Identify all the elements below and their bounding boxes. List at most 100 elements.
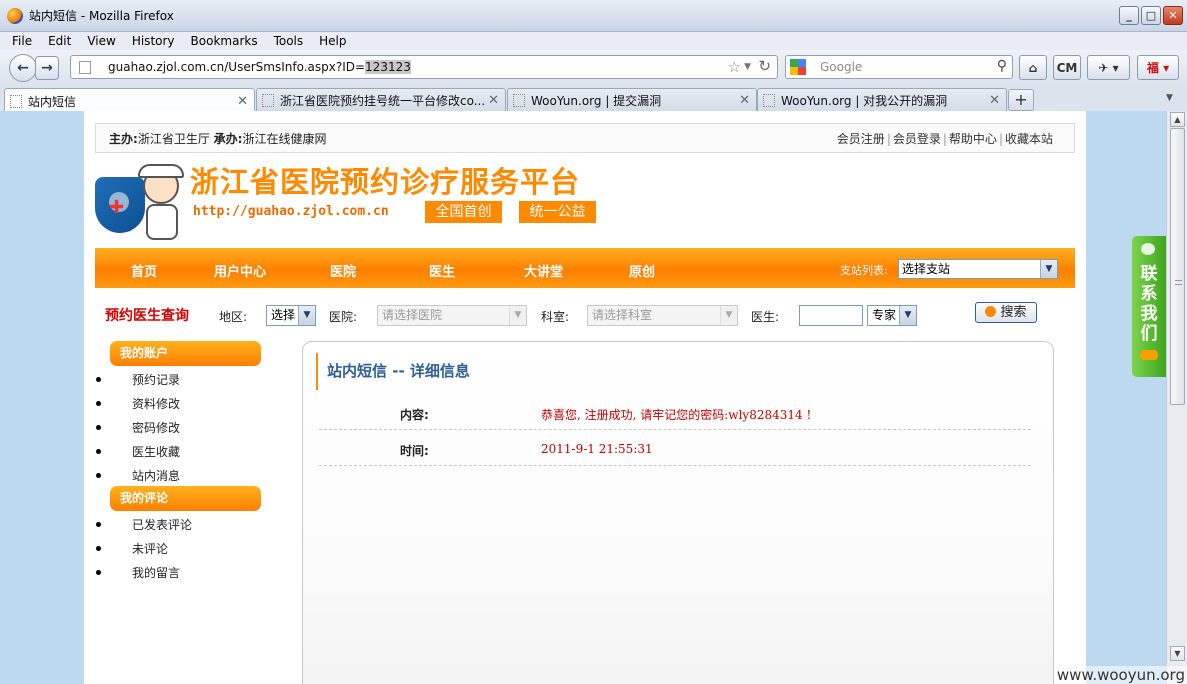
addon-button[interactable]: ✈ ▾ [1087,55,1130,80]
tab-close-icon[interactable]: ✕ [488,93,499,108]
station-select[interactable]: 选择支站 ▼ [898,259,1058,279]
search-bar[interactable]: Google ⚲ [785,55,1013,79]
tab-label: 浙江省医院预约挂号统一平台修改co... [280,94,485,108]
search-placeholder: Google [820,60,863,74]
watermark: www.wooyun.org [1054,666,1187,684]
sidebar-item-my-messages[interactable]: 我的留言 [96,564,180,581]
menu-help[interactable]: Help [319,34,346,48]
sidebar-item-label: 预约记录 [132,373,181,387]
expert-select[interactable]: 专家 ▼ [867,305,917,326]
scroll-up-icon[interactable]: ▲ [1170,112,1185,127]
doctor-search-row: 预约医生查询 地区: 选择 ▼ 医院: 请选择医院 ▼ 科室: 请选择科室 ▼ … [84,301,1086,331]
tab-list-icon[interactable]: ▼ [1166,93,1173,103]
content-label: 内容: [400,408,429,422]
time-value: 2011-9-1 21:55:31 [541,442,653,456]
url-prefix: guahao.zjol.com.cn/UserSmsInfo.aspx?ID= [108,60,366,74]
sidebar-item-label: 密码修改 [132,421,181,435]
badge-first: 全国首创 [425,201,502,223]
sidebar-item-password[interactable]: 密码修改 [96,419,180,436]
content-row: 内容: 恭喜您, 注册成功, 请牢记您的密码:wly8284314 ! [319,394,1031,430]
fu-button[interactable]: 福 ▾ [1137,55,1179,80]
bookmark-star-icon[interactable]: ☆ [728,58,741,76]
nav-hospital[interactable]: 医院 [330,261,356,280]
scroll-down-icon[interactable]: ▼ [1170,646,1185,661]
menu-edit[interactable]: Edit [48,34,71,48]
sidebar-item-appointments[interactable]: 预约记录 [96,371,180,388]
sidebar-item-favorite-doctors[interactable]: 医生收藏 [96,443,180,460]
scroll-thumb[interactable] [1170,128,1185,405]
cm-button[interactable]: CM [1053,55,1081,80]
tab-zhejiang[interactable]: 浙江省医院预约挂号统一平台修改co... ✕ [256,88,506,112]
link-favorite[interactable]: 收藏本站 [1005,132,1053,146]
site-title: 浙江省医院预约诊疗服务平台 [190,165,581,199]
minimize-button[interactable]: _ [1119,6,1139,25]
tab-wooyun-submit[interactable]: WooYun.org | 提交漏洞 ✕ [507,88,757,112]
address-bar[interactable]: guahao.zjol.com.cn/UserSmsInfo.aspx?ID=1… [70,55,778,79]
cm-label: CM [1056,60,1078,75]
tab-wooyun-public[interactable]: WooYun.org | 对我公开的漏洞 ✕ [757,88,1007,112]
bullet-icon [96,546,101,551]
google-engine-icon[interactable] [790,59,806,75]
close-button[interactable]: ✕ [1163,6,1183,25]
tab-strip: 站内短信 ✕ 浙江省医院预约挂号统一平台修改co... ✕ WooYun.org… [0,86,1187,113]
nav-lecture[interactable]: 大讲堂 [524,261,563,280]
chevron-down-icon: ▼ [720,306,737,325]
dept-placeholder: 请选择科室 [592,308,653,322]
nav-user-center[interactable]: 用户中心 [214,261,266,280]
sidebar-item-uncommented[interactable]: 未评论 [96,540,168,557]
host-label: 主办: [109,131,138,146]
hospital-placeholder: 请选择医院 [382,308,443,322]
nav-original[interactable]: 原创 [629,261,655,280]
page-viewport: 主办:浙江省卫生厅 承办:浙江在线健康网 会员注册 | 会员登录 | 帮助中心 | 收藏本站… [0,111,1166,684]
site-url: http://guahao.zjol.com.cn [193,204,389,219]
organizer-value: 浙江在线健康网 [242,131,327,146]
region-select[interactable]: 选择 ▼ [266,305,316,326]
menu-bookmarks[interactable]: Bookmarks [191,34,258,48]
home-button[interactable]: ⌂ [1019,55,1047,80]
sidebar-item-messages[interactable]: 站内消息 [96,467,180,484]
menu-history[interactable]: History [132,34,175,48]
sidebar-item-posted-comments[interactable]: 已发表评论 [96,516,192,533]
dept-select[interactable]: 请选择科室 ▼ [587,305,738,326]
search-row-title: 预约医生查询 [105,308,189,324]
link-help[interactable]: 帮助中心 [949,132,997,146]
sidebar-item-profile[interactable]: 资料修改 [96,395,180,412]
link-register[interactable]: 会员注册 [837,132,885,146]
reload-icon[interactable]: ↻ [758,57,771,75]
sidebar-account-title[interactable]: 我的账户 [110,341,261,366]
maximize-button[interactable]: □ [1141,6,1161,25]
sidebar-comment-title[interactable]: 我的评论 [110,486,261,511]
content-value: 恭喜您, 注册成功, 请牢记您的密码:wly8284314 ! [541,408,812,422]
forward-button[interactable]: → [35,56,59,80]
url-dropdown-icon[interactable]: ▼ [744,62,751,72]
url-text[interactable]: guahao.zjol.com.cn/UserSmsInfo.aspx?ID=1… [108,60,411,74]
tab-sms[interactable]: 站内短信 ✕ [4,88,255,113]
search-button[interactable]: 搜索 [975,302,1037,323]
tab-page-icon [262,94,274,107]
vertical-scrollbar[interactable]: ▲ ▼ [1166,111,1187,684]
navigation-toolbar: ← → guahao.zjol.com.cn/UserSmsInfo.aspx?… [0,50,1187,86]
tab-label: WooYun.org | 提交漏洞 [531,94,662,108]
contact-us-tab[interactable]: 联系我们 [1132,236,1166,377]
menu-tools[interactable]: Tools [274,34,304,48]
back-button[interactable]: ← [9,54,37,82]
menu-view[interactable]: View [87,34,115,48]
new-tab-button[interactable]: + [1008,89,1034,111]
tab-close-icon[interactable]: ✕ [237,94,248,109]
nav-home[interactable]: 首页 [131,261,157,280]
hospital-label: 医院: [329,310,358,324]
hospital-select[interactable]: 请选择医院 ▼ [377,305,527,326]
nav-doctor[interactable]: 医生 [429,261,455,280]
search-icon[interactable]: ⚲ [997,58,1007,74]
doctor-input[interactable] [799,305,863,326]
window-controls: _ □ ✕ [1119,6,1183,25]
menu-file[interactable]: File [12,34,32,48]
bullet-icon [96,425,101,430]
expert-value: 专家 [872,308,897,322]
link-login[interactable]: 会员登录 [893,132,941,146]
tab-close-icon[interactable]: ✕ [739,93,750,108]
panel-title: 站内短信 -- 详细信息 [316,353,470,390]
doctor-mascot-icon [138,164,184,240]
station-value: 选择支站 [902,262,951,276]
tab-close-icon[interactable]: ✕ [989,93,1000,108]
